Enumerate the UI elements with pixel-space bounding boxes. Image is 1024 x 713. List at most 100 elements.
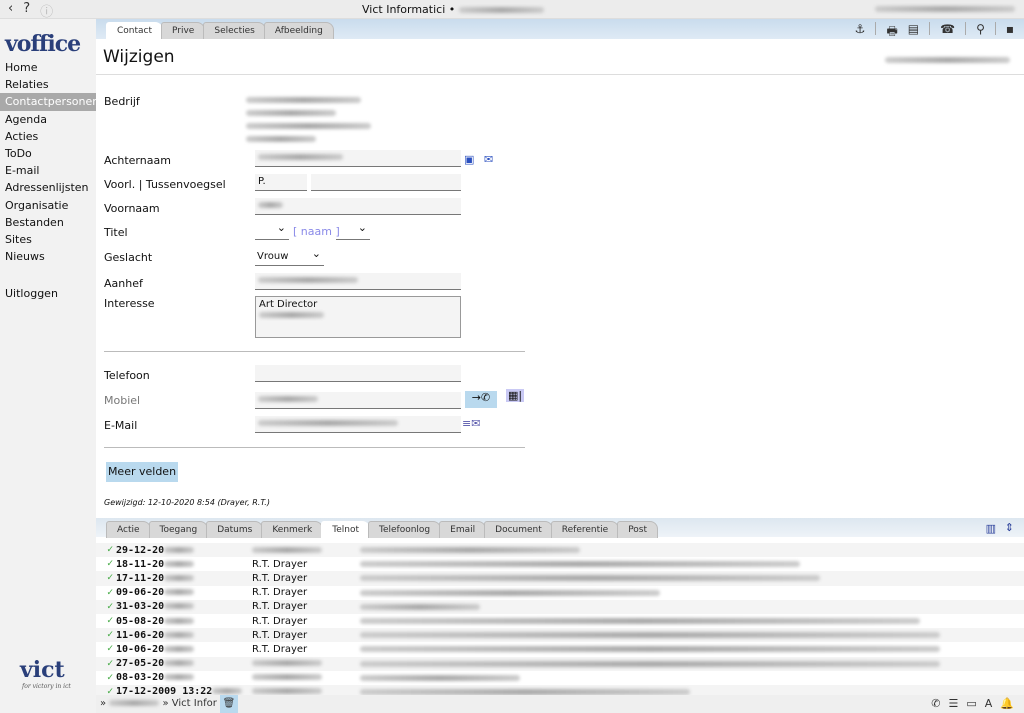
sidebar-item-sites[interactable]: Sites bbox=[0, 231, 96, 248]
label-achternaam: Achternaam bbox=[104, 154, 171, 167]
breadcrumb[interactable]: » Vict Infor bbox=[162, 698, 216, 709]
list-icon[interactable]: ▤ bbox=[908, 22, 919, 43]
tab-kenmerk[interactable]: Kenmerk bbox=[261, 521, 324, 538]
row-date: 27-05-20 bbox=[116, 658, 252, 669]
tab-prive[interactable]: Prive bbox=[161, 22, 206, 39]
voornaam-input[interactable] bbox=[255, 198, 461, 215]
label-email: E-Mail bbox=[104, 419, 138, 432]
sidebar-item-bestanden[interactable]: Bestanden bbox=[0, 214, 96, 231]
voorletters-input[interactable]: P. bbox=[255, 174, 307, 191]
tab-email[interactable]: Email bbox=[439, 521, 487, 538]
label-aanhef: Aanhef bbox=[104, 277, 143, 290]
sidebar-item-e-mail[interactable]: E-mail bbox=[0, 162, 96, 179]
fax-icon[interactable]: ▦| bbox=[506, 389, 525, 402]
sidebar-item-contactpersonen[interactable]: Contactpersonen bbox=[0, 93, 99, 111]
vcard-mail-icon[interactable]: ✉ bbox=[484, 153, 493, 166]
titel-select[interactable] bbox=[255, 219, 289, 240]
sidebar-item-adressenlijsten[interactable]: Adressenlijsten bbox=[0, 179, 96, 196]
email-input[interactable] bbox=[255, 416, 461, 433]
trash-icon[interactable]: 🗑 bbox=[220, 695, 238, 713]
table-row[interactable]: ✓ 27-05-20 bbox=[96, 656, 1024, 671]
table-row[interactable]: ✓ 10-06-20 R.T. Drayer bbox=[96, 642, 1024, 656]
sidebar-item-nieuws[interactable]: Nieuws bbox=[0, 248, 96, 265]
window-title: Vict Informatici • bbox=[362, 3, 456, 16]
sidebar-item-agenda[interactable]: Agenda bbox=[0, 111, 96, 128]
tab-post[interactable]: Post bbox=[617, 521, 659, 538]
telefoon-input[interactable] bbox=[255, 365, 461, 382]
tab-document[interactable]: Document bbox=[484, 521, 553, 538]
row-author: R.T. Drayer bbox=[252, 558, 308, 570]
titel-suffix-select[interactable] bbox=[336, 219, 370, 240]
tab-referentie[interactable]: Referentie bbox=[550, 521, 620, 538]
sidebar-item-acties[interactable]: Acties bbox=[0, 128, 96, 145]
row-note bbox=[360, 589, 660, 596]
table-row[interactable]: ✓ 09-06-20 R.T. Drayer bbox=[96, 586, 1024, 600]
mobiel-input[interactable] bbox=[255, 392, 461, 409]
achternaam-input[interactable] bbox=[255, 150, 461, 167]
meer-velden-button[interactable]: Meer velden bbox=[106, 462, 178, 482]
tussenvoegsel-input[interactable] bbox=[311, 174, 461, 191]
table-row[interactable]: ✓ 05-08-20 R.T. Drayer bbox=[96, 614, 1024, 628]
tab-selecties[interactable]: Selecties bbox=[203, 22, 266, 39]
geslacht-select[interactable]: Vrouw bbox=[255, 245, 324, 266]
label-interesse: Interesse bbox=[104, 297, 155, 310]
row-date: 18-11-20 bbox=[116, 559, 252, 570]
vcard-download-icon[interactable]: ▣ bbox=[464, 153, 474, 166]
check-icon: ✓ bbox=[106, 573, 114, 584]
aanhef-input[interactable] bbox=[255, 273, 461, 290]
label-mobiel: Mobiel bbox=[104, 394, 141, 407]
phone-icon[interactable]: ✆ bbox=[931, 697, 940, 710]
font-icon[interactable]: A bbox=[985, 697, 993, 710]
table-row[interactable]: ✓ 17-11-20 R.T. Drayer bbox=[96, 571, 1024, 586]
search-icon[interactable]: ⚲ bbox=[976, 22, 985, 43]
table-row[interactable]: ✓ 29-12-20 bbox=[96, 543, 1024, 558]
tab-actie[interactable]: Actie bbox=[106, 521, 151, 538]
table-row[interactable]: ✓ 31-03-20 R.T. Drayer bbox=[96, 599, 1024, 614]
tab-telefoonlog[interactable]: Telefoonlog bbox=[368, 521, 442, 538]
modified-info: Gewijzigd: 12-10-2020 8:54 (Drayer, R.T.… bbox=[104, 498, 270, 507]
row-note bbox=[360, 561, 800, 568]
tab-afbeelding[interactable]: Afbeelding bbox=[263, 22, 334, 39]
info-icon[interactable]: ⓘ bbox=[40, 1, 53, 20]
tab-telnot[interactable]: Telnot bbox=[321, 521, 370, 538]
check-icon: ✓ bbox=[106, 545, 114, 556]
print-icon[interactable]: 🖶 bbox=[886, 22, 897, 43]
send-mail-icon[interactable]: ≡✉ bbox=[462, 417, 480, 430]
sidebar-item-todo[interactable]: ToDo bbox=[0, 145, 96, 162]
anchor-icon[interactable]: ⚓ bbox=[855, 22, 866, 43]
call-button[interactable]: →✆ bbox=[465, 391, 497, 408]
sidebar-item-organisatie[interactable]: Organisatie bbox=[0, 197, 96, 214]
logout-link[interactable]: Uitloggen bbox=[0, 285, 96, 302]
bell-icon[interactable]: 🔔 bbox=[1000, 697, 1014, 710]
monitor-icon[interactable]: ▭ bbox=[966, 697, 976, 710]
table-row[interactable]: ✓ 08-03-20 bbox=[96, 671, 1024, 685]
table-row[interactable]: ✓ 18-11-20 R.T. Drayer bbox=[96, 557, 1024, 571]
row-author bbox=[252, 672, 360, 683]
sidebar-item-relaties[interactable]: Relaties bbox=[0, 76, 96, 93]
tab-toegang[interactable]: Toegang bbox=[148, 521, 209, 538]
tab-contact[interactable]: Contact bbox=[106, 22, 164, 39]
vict-logo: vict for victory in ict bbox=[20, 657, 71, 690]
naam-link[interactable]: [ naam ] bbox=[293, 225, 340, 238]
help-icon[interactable]: ? bbox=[23, 1, 30, 20]
row-date: 09-06-20 bbox=[116, 587, 252, 598]
label-voornaam: Voornaam bbox=[104, 202, 160, 215]
list-icon[interactable]: ☰ bbox=[948, 697, 958, 710]
tab-datums[interactable]: Datums bbox=[206, 521, 264, 538]
row-note bbox=[360, 547, 580, 554]
back-icon[interactable]: ‹ bbox=[8, 1, 13, 20]
voffice-logo: voffice bbox=[5, 31, 81, 57]
interesse-textarea[interactable]: Art Director bbox=[255, 296, 461, 338]
phone-icon[interactable]: ☎ bbox=[940, 22, 955, 43]
sidebar-item-home[interactable]: Home bbox=[0, 59, 96, 76]
table-row[interactable]: ✓ 11-06-20 R.T. Drayer bbox=[96, 628, 1024, 643]
check-icon: ✓ bbox=[106, 601, 114, 612]
save-icon[interactable]: ▪ bbox=[1006, 22, 1014, 43]
calculator-icon[interactable]: ▥ bbox=[986, 522, 996, 535]
label-bedrijf: Bedrijf bbox=[104, 95, 140, 108]
check-icon: ✓ bbox=[106, 644, 114, 655]
check-icon: ✓ bbox=[106, 658, 114, 669]
row-date: 05-08-20 bbox=[116, 616, 252, 627]
row-note bbox=[360, 674, 520, 681]
sort-icon[interactable]: ⇕ bbox=[1005, 521, 1014, 534]
